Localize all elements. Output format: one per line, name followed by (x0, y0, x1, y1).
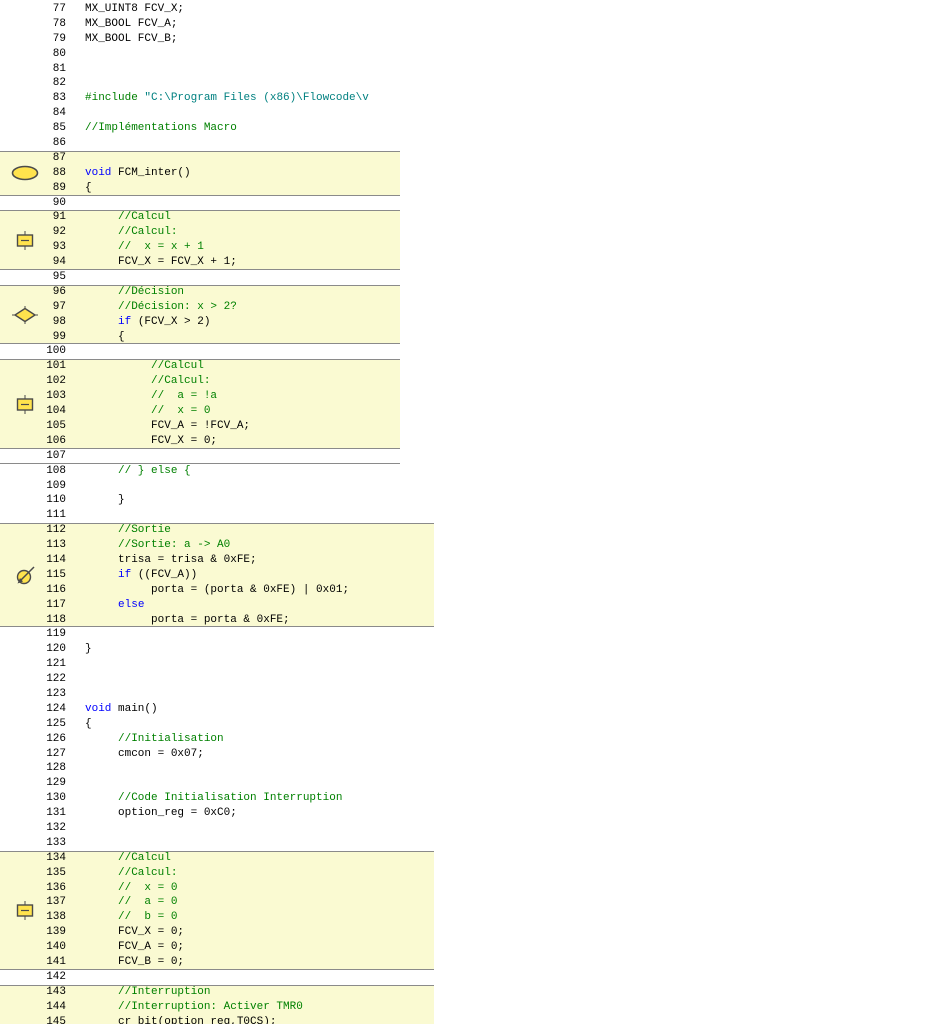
output-icon[interactable] (12, 566, 38, 585)
code-editor[interactable]: 77 MX_UINT8 FCV_X; 78 MX_BOOL FCV_A; 79 MX_BO… (0, 0, 944, 1024)
calculation-icon[interactable] (13, 901, 37, 921)
calculation-icon[interactable] (13, 394, 37, 414)
calculation-icon[interactable] (13, 230, 37, 250)
decision-icon[interactable] (11, 305, 39, 324)
flowchart-icon-margin (0, 0, 944, 1024)
begin-icon[interactable] (10, 165, 40, 181)
